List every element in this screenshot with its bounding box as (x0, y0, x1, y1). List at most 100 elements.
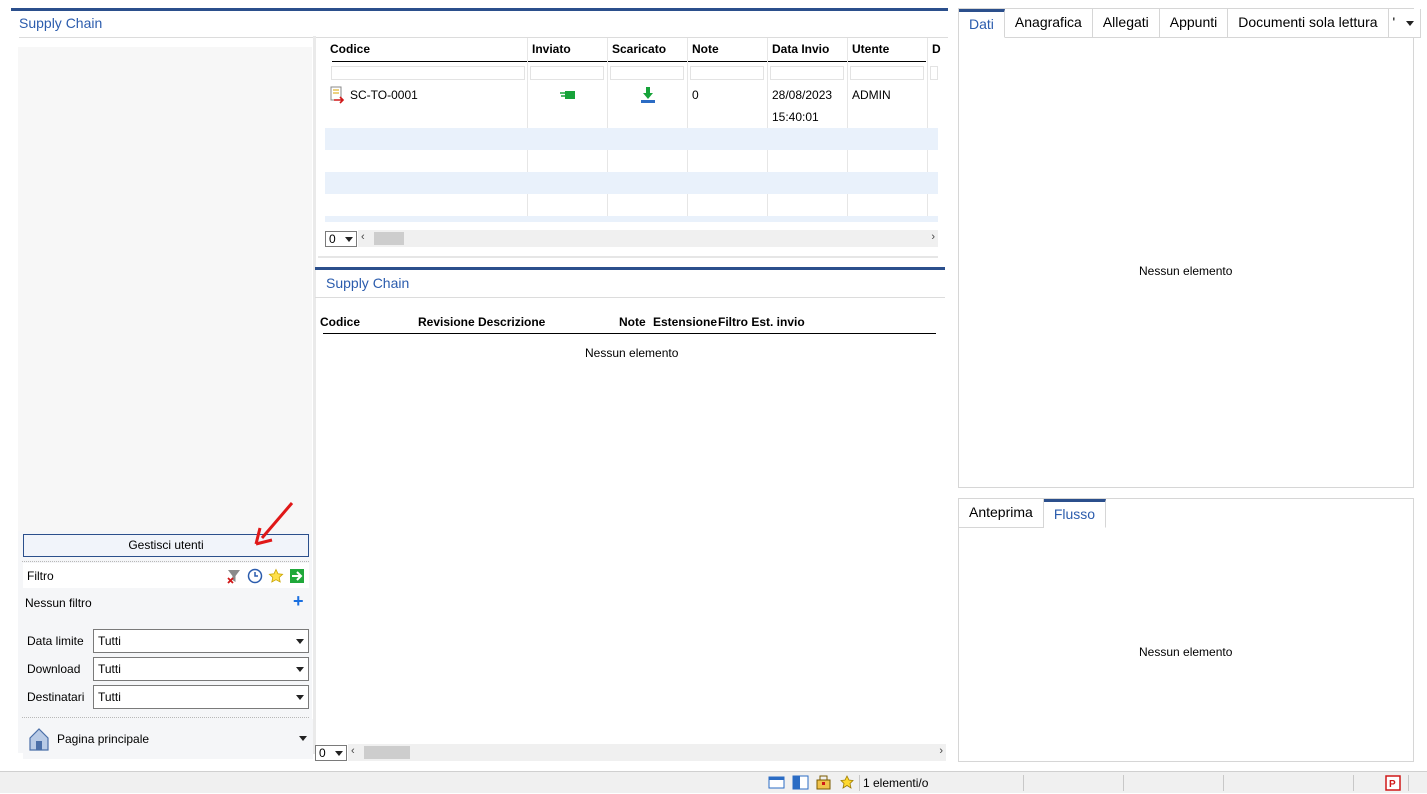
grid-header-line (332, 61, 926, 62)
scroll-right-icon[interactable]: › (939, 745, 943, 757)
page-size-value: 0 (319, 746, 326, 760)
empty-row (325, 216, 938, 222)
col-header-utente[interactable]: Utente (852, 42, 889, 56)
cell-utente: ADMIN (852, 88, 891, 102)
layout-horizontal-icon[interactable] (768, 775, 785, 790)
field-label-download: Download (27, 662, 81, 676)
horizontal-scrollbar[interactable]: ‹ › (348, 744, 946, 761)
horizontal-scrollbar[interactable]: ‹ › (358, 230, 938, 247)
tab-documenti-sola-lettura[interactable]: Documenti sola lettura (1228, 9, 1389, 38)
details-panel: Dati Anagrafica Allegati Appunti Documen… (958, 8, 1421, 488)
col-header-revisione[interactable]: Revisione (418, 315, 475, 329)
tab-anteprima[interactable]: Anteprima (959, 499, 1044, 528)
filter-label: Filtro (27, 569, 54, 583)
select-value: Tutti (98, 634, 121, 648)
favorite-star-icon[interactable] (267, 567, 284, 584)
col-header-note[interactable]: Note (692, 42, 719, 56)
download-icon (640, 86, 656, 107)
col-header-codice[interactable]: Codice (320, 315, 360, 329)
divider (22, 717, 309, 718)
layout-vertical-icon[interactable] (792, 775, 809, 790)
scroll-thumb[interactable] (364, 746, 410, 759)
column-filter-utente[interactable] (850, 66, 924, 80)
column-filter-d[interactable] (930, 66, 938, 80)
title-divider (19, 37, 948, 38)
status-separator (1408, 775, 1409, 791)
scroll-thumb[interactable] (374, 232, 404, 245)
empty-row (325, 172, 938, 194)
nav-home-label: Pagina principale (57, 732, 150, 746)
col-header-codice[interactable]: Codice (330, 42, 370, 56)
column-filter-note[interactable] (690, 66, 764, 80)
cell-data-invio-time: 15:40:01 (772, 110, 819, 124)
empty-message: Nessun elemento (585, 346, 679, 360)
chevron-down-icon (299, 736, 307, 741)
column-filter-codice[interactable] (331, 66, 525, 80)
history-icon[interactable] (246, 567, 263, 584)
package-icon[interactable] (815, 775, 832, 790)
empty-row (325, 128, 938, 150)
status-separator (1123, 775, 1124, 791)
empty-message: Nessun elemento (1139, 264, 1233, 278)
col-header-estensione[interactable]: Estensione (653, 315, 717, 329)
scroll-left-icon[interactable]: ‹ (361, 231, 365, 243)
left-panel: Gestisci utenti Filtro Nessun filtro + D… (18, 47, 313, 759)
cell-data-invio-date: 28/08/2023 (772, 88, 833, 102)
tab-dati[interactable]: Dati (959, 9, 1005, 38)
user-list-area (18, 47, 312, 531)
svg-text:P: P (1389, 779, 1396, 790)
sub-panel-title: Supply Chain (326, 275, 410, 291)
status-separator (1353, 775, 1354, 791)
chevron-down-icon (335, 751, 343, 756)
chevron-down-icon (296, 695, 304, 700)
download-select[interactable]: Tutti (93, 657, 309, 681)
cell-note: 0 (692, 88, 699, 102)
recipients-select[interactable]: Tutti (93, 685, 309, 709)
col-header-inviato[interactable]: Inviato (532, 42, 571, 56)
field-label-recipients: Destinatari (27, 690, 85, 704)
annotation-arrow-icon (254, 502, 294, 546)
scroll-left-icon[interactable]: ‹ (351, 745, 355, 757)
field-label-date-limit: Data limite (27, 634, 84, 648)
column-filter-data-invio[interactable] (770, 66, 844, 80)
main-panel-title: Supply Chain (19, 15, 103, 31)
overflow-marker: ' (1392, 14, 1396, 30)
tab-overflow-button[interactable]: ' (1388, 9, 1421, 38)
page-size-select[interactable]: 0 (315, 745, 347, 761)
tab-anagrafica[interactable]: Anagrafica (1004, 9, 1093, 38)
col-header-d[interactable]: D (932, 42, 941, 56)
status-separator (1223, 775, 1224, 791)
select-value: Tutti (98, 662, 121, 676)
empty-message: Nessun elemento (1139, 645, 1233, 659)
col-header-filtro-est-invio[interactable]: Filtro Est. invio (718, 315, 805, 329)
select-value: Tutti (98, 690, 121, 704)
sent-icon (560, 89, 576, 103)
status-separator (859, 775, 860, 791)
column-filter-inviato[interactable] (530, 66, 604, 80)
col-header-scaricato[interactable]: Scaricato (612, 42, 666, 56)
date-limit-select[interactable]: Tutti (93, 629, 309, 653)
panel-splitter[interactable] (318, 256, 938, 258)
chevron-down-icon (345, 237, 353, 242)
apply-arrow-icon[interactable] (288, 567, 305, 584)
tab-allegati[interactable]: Allegati (1092, 9, 1160, 38)
highlight-star-icon[interactable] (839, 775, 856, 790)
preview-tabs: Anteprima Flusso (959, 499, 1107, 528)
tab-flusso[interactable]: Flusso (1043, 499, 1107, 528)
presentation-icon[interactable]: P (1385, 775, 1402, 791)
title-divider (315, 297, 945, 298)
status-bar: 1 elementi/o P (0, 771, 1427, 793)
tab-appunti[interactable]: Appunti (1159, 9, 1229, 38)
page-size-select[interactable]: 0 (325, 231, 357, 247)
chevron-down-icon (1405, 21, 1414, 26)
home-icon (28, 727, 50, 754)
col-header-data-invio[interactable]: Data Invio (772, 42, 829, 56)
filter-clear-icon[interactable] (225, 567, 242, 584)
nav-home-dropdown[interactable]: Pagina principale (23, 719, 313, 759)
col-header-note[interactable]: Note (619, 315, 646, 329)
add-filter-icon[interactable]: + (293, 591, 304, 612)
scroll-right-icon[interactable]: › (931, 231, 935, 243)
filter-header: Filtro (23, 563, 309, 588)
column-filter-scaricato[interactable] (610, 66, 684, 80)
col-header-descrizione[interactable]: Descrizione (478, 315, 545, 329)
